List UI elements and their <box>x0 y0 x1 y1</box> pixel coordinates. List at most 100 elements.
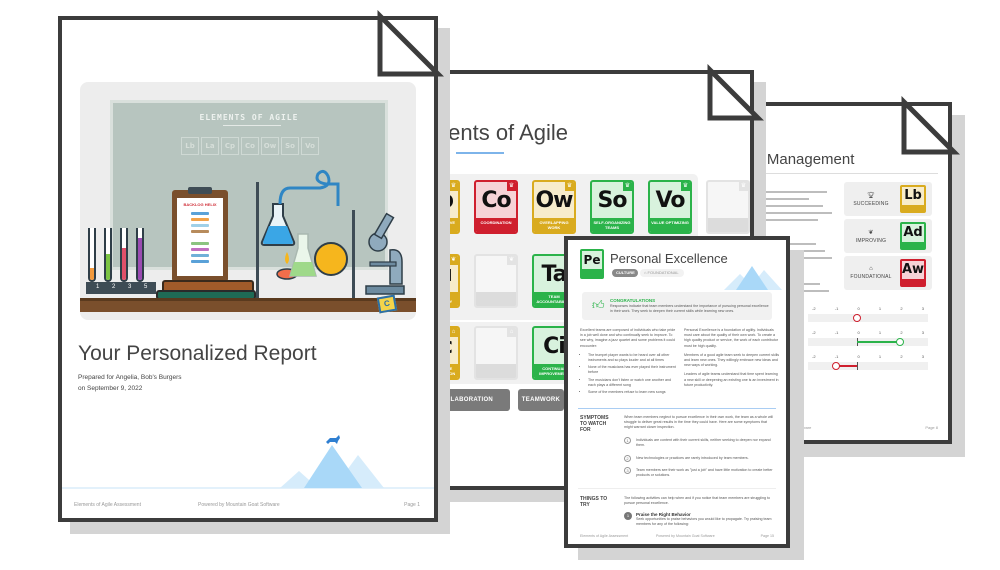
chalkboard-symbol: Ow <box>261 137 279 155</box>
bank-icon: ⌂ <box>449 328 458 337</box>
mountain-goat-logo-art <box>62 435 434 489</box>
page-footer: Elements of Agile Assessment Powered by … <box>580 534 774 538</box>
page-fold-corner <box>377 10 444 77</box>
score-change-bar <box>857 341 901 343</box>
symptom-item: 3 Team members see their work as "just a … <box>624 467 774 478</box>
stage-foundational: ⌂ FOUNDATIONAL Aw <box>844 256 932 290</box>
sticky-note: C <box>376 294 398 314</box>
trophy-icon: ♛ <box>739 182 748 191</box>
things-to-try-intro: The following activities can help when a… <box>624 496 771 505</box>
bank-icon: ⌂ <box>507 328 516 337</box>
element-name: Coordination <box>476 218 516 232</box>
thumbs-up-icon: 👍︎ <box>592 298 605 312</box>
chalkboard-symbol: La <box>201 137 219 155</box>
symptoms-heading: SYMPTOMS TO WATCH FOR <box>580 415 609 433</box>
lab-desk <box>80 298 416 312</box>
scale-tick-label: 0 <box>857 330 860 335</box>
section-divider <box>578 408 776 409</box>
group-teamwork-button[interactable]: TEAMWORK <box>518 389 564 411</box>
test-tube <box>88 228 96 282</box>
element-tile-co[interactable]: Co Coordination ♛ <box>474 180 518 234</box>
scale-tick-label: 2 <box>900 306 903 311</box>
sprout-icon: ❦ <box>449 256 458 265</box>
symptoms-intro: When team members neglect to pursue exce… <box>624 415 774 429</box>
element-tile-pe[interactable]: Pe <box>580 249 604 279</box>
try-item: 1 Praise the Right Behavior Seek opportu… <box>624 512 774 527</box>
trophy-icon: 🏆︎ <box>867 193 875 199</box>
sprout-icon: ❦ <box>868 230 874 236</box>
scale-tick-label: -2 <box>812 354 816 359</box>
element-tile-vo[interactable]: Vo Value Optimizing ♛ <box>648 180 692 234</box>
element-name: Value Optimizing <box>650 218 690 232</box>
yellow-flask <box>314 242 348 276</box>
scale-tick-label: 1 <box>878 306 882 311</box>
stage-succeeding: 🏆︎ SUCCEEDING Lb <box>844 182 932 216</box>
microscope <box>365 212 405 295</box>
element-name: Self-Organizing Teams <box>592 218 632 232</box>
element-tile-empty[interactable]: ⌂ <box>474 326 518 380</box>
element-name <box>476 292 516 306</box>
score-scale: -2 -1 0 1 2 3 <box>808 306 928 322</box>
page-footer: Elements of Agile Assessment Powered by … <box>74 502 420 508</box>
page-fold-corner <box>901 96 960 155</box>
element-symbol: Vo <box>655 188 686 213</box>
score-scale: -2 -1 0 1 2 3 <box>808 330 928 346</box>
chalkboard-symbol: Lb <box>181 137 199 155</box>
coiled-tube <box>278 169 340 206</box>
scale-tick-label: -1 <box>834 330 839 335</box>
element-tile-empty[interactable]: ♛ <box>706 180 750 234</box>
trophy-icon: ♛ <box>449 182 458 191</box>
congratulations-banner: 👍︎ CONGRATULATIONS Responses indicate th… <box>582 292 772 320</box>
scale-tick-label: 0 <box>857 354 860 359</box>
title-divider <box>746 173 938 174</box>
page-fold-corner <box>707 64 764 121</box>
things-to-try-heading: THINGS TO TRY <box>580 496 608 508</box>
element-symbol: So <box>597 188 628 213</box>
green-flask <box>289 233 317 277</box>
scale-tick-label: 1 <box>878 330 882 335</box>
scale-tick-label: -1 <box>834 306 839 311</box>
stage-chip: ⌂ FOUNDATIONAL <box>640 269 684 277</box>
zero-line <box>857 362 859 370</box>
chalkboard-symbol: Vo <box>301 137 319 155</box>
chalkboard-elements: Lb La Cp Co Ow So Vo <box>181 137 319 155</box>
element-tile-so[interactable]: So Self-Organizing Teams ♛ <box>590 180 634 234</box>
bank-icon: ⌂ <box>869 266 873 272</box>
test-tube-rack: 1 2 3 5 <box>86 282 156 294</box>
scale-tick-label: 3 <box>921 306 924 311</box>
trophy-icon: ♛ <box>681 182 690 191</box>
element-tile-ow[interactable]: Ow Overlapping Work ♛ <box>532 180 576 234</box>
element-tile-empty[interactable]: ❦ <box>474 254 518 308</box>
title-underline <box>456 152 504 154</box>
scale-tick-label: -2 <box>812 306 816 311</box>
lab-illustration: ELEMENTS OF AGILE Lb La Cp Co Ow So Vo 1 2 3 5… <box>80 82 416 320</box>
page-title: Personal Excellence <box>610 251 728 266</box>
backlog-helix-clipboard: BACKLOG HELIX <box>172 187 228 282</box>
scale-tick-label: -2 <box>812 330 816 335</box>
stage-improving: ❦ IMPROVING Ad <box>844 219 932 253</box>
goat-icon <box>326 435 340 444</box>
report-title: Your Personalized Report <box>78 342 317 365</box>
scale-tick-label: 2 <box>900 354 903 359</box>
test-tube <box>120 228 128 282</box>
mountain-art <box>724 266 782 290</box>
symptom-item: 2 New technologies or practices are rarel… <box>624 455 774 462</box>
trophy-icon: ♛ <box>565 182 574 191</box>
element-symbol: Ow <box>535 188 573 213</box>
element-tile-ad[interactable]: Ad <box>900 222 926 250</box>
score-marker <box>831 362 840 370</box>
scale-tick-label: 3 <box>921 354 924 359</box>
test-tube <box>136 228 144 282</box>
chalkboard: ELEMENTS OF AGILE Lb La Cp Co Ow So Vo <box>110 100 388 270</box>
category-chip: CULTURE <box>612 269 638 277</box>
element-tile-aw[interactable]: Aw <box>900 259 926 287</box>
score-marker <box>896 338 905 346</box>
chalkboard-symbol: Cp <box>221 137 239 155</box>
personal-excellence-page: Pe Personal Excellence CULTURE ⌂ FOUNDAT… <box>564 236 790 548</box>
scale-tick-label: 3 <box>921 330 924 335</box>
left-column: Excellent teams are composed of individu… <box>580 328 676 397</box>
scale-tick-label: 1 <box>878 354 882 359</box>
symptom-item: 1 Individuals are content with their curr… <box>624 437 774 448</box>
element-tile-lb[interactable]: Lb <box>900 185 926 213</box>
element-name: Overlapping Work <box>534 218 574 232</box>
